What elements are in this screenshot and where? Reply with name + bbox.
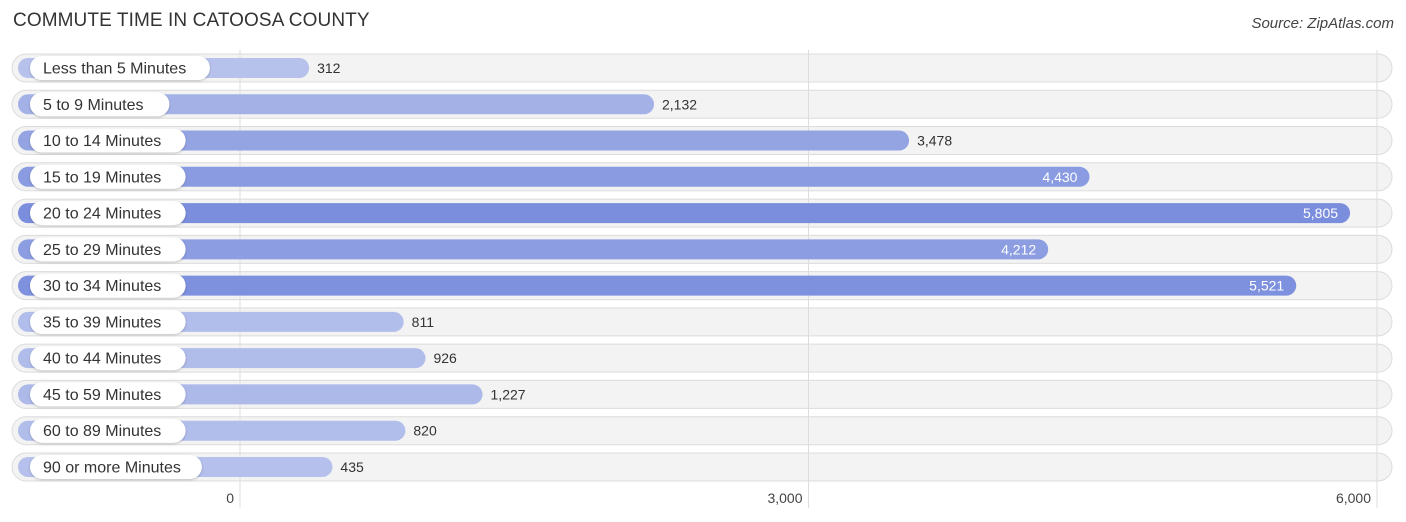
value-label: 811 — [412, 314, 435, 330]
category-label: 60 to 89 Minutes — [43, 423, 161, 440]
category-label: 45 to 59 Minutes — [43, 387, 161, 404]
value-label: 3,478 — [917, 133, 952, 149]
x-tick-label: 3,000 — [767, 490, 802, 506]
value-label: 926 — [433, 350, 457, 366]
category-label: 30 to 34 Minutes — [43, 278, 161, 295]
category-label: 15 to 19 Minutes — [43, 169, 161, 186]
value-label: 820 — [413, 423, 437, 439]
category-label: 35 to 39 Minutes — [43, 314, 161, 331]
category-label: Less than 5 Minutes — [43, 61, 186, 78]
value-label: 1,227 — [491, 386, 526, 402]
value-label: 312 — [317, 60, 341, 76]
bar[interactable] — [18, 203, 1351, 224]
category-label: 20 to 24 Minutes — [43, 206, 161, 223]
value-label: 5,521 — [1249, 278, 1284, 294]
value-label: 4,430 — [1042, 169, 1077, 185]
value-label: 5,805 — [1303, 205, 1338, 221]
category-label: 10 to 14 Minutes — [43, 133, 161, 150]
x-tick-label: 0 — [226, 490, 234, 506]
category-label: 25 to 29 Minutes — [43, 242, 161, 259]
bar[interactable] — [18, 275, 1297, 296]
category-label: 90 or more Minutes — [43, 459, 181, 476]
value-label: 435 — [340, 459, 364, 475]
value-label: 4,212 — [1001, 241, 1036, 257]
value-label: 2,132 — [662, 96, 697, 112]
category-label: 40 to 44 Minutes — [43, 351, 161, 368]
category-label: 5 to 9 Minutes — [43, 97, 144, 114]
x-tick-label: 6,000 — [1336, 490, 1371, 506]
bar-chart: Less than 5 Minutes 312 5 to 9 Minutes 2,13… — [11, 50, 1393, 508]
